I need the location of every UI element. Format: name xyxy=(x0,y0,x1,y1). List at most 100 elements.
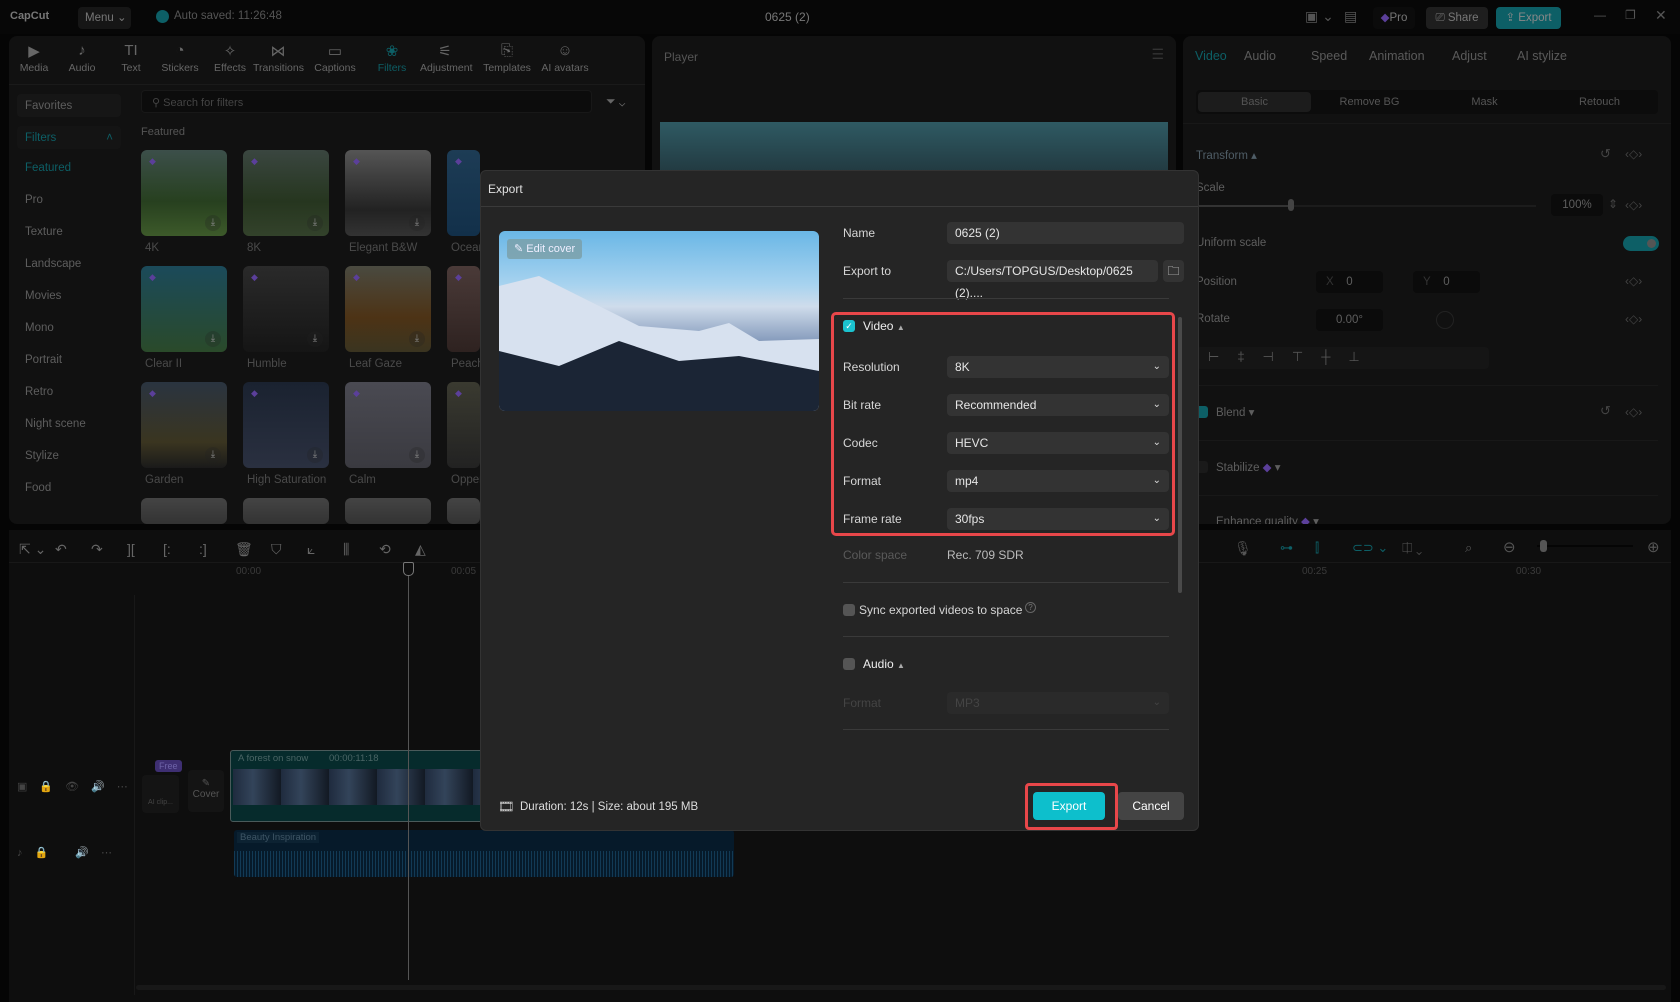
preview-axis-icon[interactable]: ⎅ ⌄ xyxy=(1402,540,1422,556)
download-icon[interactable]: ⤓ xyxy=(307,215,323,231)
filter-card[interactable]: ◆ ⤓ xyxy=(243,150,329,236)
freeze-icon[interactable]: ⫼ xyxy=(343,541,349,558)
position-y-input[interactable]: Y0 xyxy=(1413,271,1480,293)
inspector-tab[interactable]: Audio xyxy=(1244,49,1276,63)
timeline-zoom-slider[interactable] xyxy=(1537,540,1633,552)
inspector-tab[interactable]: Adjust xyxy=(1452,49,1487,63)
close-icon[interactable]: ✕ xyxy=(1655,7,1667,24)
zoom-out-icon[interactable]: ⊖ xyxy=(1503,538,1516,556)
pro-button[interactable]: ◆Pro xyxy=(1373,7,1415,29)
inspector-tab[interactable]: Animation xyxy=(1369,49,1425,63)
download-icon[interactable]: ⤓ xyxy=(205,331,221,347)
split-left-icon[interactable]: [: xyxy=(163,541,171,557)
redo-icon[interactable]: ↷ xyxy=(91,541,103,558)
filter-sort-icon[interactable]: ⏷ ⌄ xyxy=(606,94,625,109)
stabilize-heading[interactable]: Stabilize ◆ ▾ xyxy=(1216,460,1281,474)
filter-card[interactable] xyxy=(141,498,227,524)
setting-select-codec[interactable]: HEVC ⌄ xyxy=(947,432,1169,454)
filter-card[interactable]: ◆ ⤓ xyxy=(345,266,431,352)
favorites-tab[interactable]: Favorites xyxy=(17,94,121,117)
tool-transitions[interactable]: ⋈ Transitions xyxy=(253,42,304,74)
timeline-scrollbar[interactable] xyxy=(136,985,1666,990)
name-input[interactable]: 0625 (2) xyxy=(947,222,1184,244)
filter-card[interactable]: ◆ ⤓ xyxy=(141,150,227,236)
video-checkbox[interactable]: ✓ xyxy=(843,320,855,332)
setting-select-format[interactable]: mp4 ⌄ xyxy=(947,470,1169,492)
filter-search-input[interactable]: ⚲ Search for filters xyxy=(141,90,592,113)
position-x-input[interactable]: X0 xyxy=(1316,271,1383,293)
player-menu-icon[interactable]: ☰ xyxy=(1151,46,1164,63)
video-clip[interactable]: A forest on snow 00:00:11:18 xyxy=(230,750,490,822)
filter-category[interactable]: Mono xyxy=(25,322,54,334)
filter-category[interactable]: Retro xyxy=(25,386,53,398)
filter-category[interactable]: Food xyxy=(25,482,51,494)
download-icon[interactable]: ⤓ xyxy=(307,447,323,463)
link-icon[interactable]: ⊂⊃ ⌄ xyxy=(1352,540,1388,556)
select-icon[interactable]: ⇱ ⌄ xyxy=(19,541,46,558)
keyframe-icon[interactable]: ‹◇› xyxy=(1625,147,1642,161)
menu-button[interactable]: Menu ⌄ xyxy=(78,7,131,29)
filter-card[interactable]: ◆ xyxy=(447,266,480,352)
download-icon[interactable]: ⤓ xyxy=(205,215,221,231)
microphone-icon[interactable]: 🎙 xyxy=(1234,540,1252,557)
filter-category[interactable]: Portrait xyxy=(25,354,62,366)
setting-select-resolution[interactable]: 8K ⌄ xyxy=(947,356,1169,378)
reverse-icon[interactable]: ⟲ xyxy=(379,541,391,558)
keyframe-icon[interactable]: ‹◇› xyxy=(1625,405,1642,419)
audio-track-controls[interactable]: ♪🔒 🔊⋯ xyxy=(17,846,124,859)
magnet-icon[interactable]: ⊶ xyxy=(1280,540,1293,556)
playhead[interactable] xyxy=(408,562,409,980)
align-toolbar[interactable]: ⊢‡⊣⊤┼⊥ xyxy=(1196,347,1489,369)
filter-category[interactable]: Featured xyxy=(25,162,71,174)
tool-effects[interactable]: ✧ Effects xyxy=(205,42,255,74)
setting-select-bit-rate[interactable]: Recommended ⌄ xyxy=(947,394,1169,416)
help-icon[interactable]: ? xyxy=(1025,602,1036,613)
audio-clip[interactable]: Beauty Inspiration xyxy=(234,830,734,877)
video-section-toggle[interactable]: Video ▲ xyxy=(863,319,905,333)
zoom-fit-icon[interactable]: ⌕ xyxy=(1465,540,1472,556)
inspector-subtab[interactable]: Remove BG xyxy=(1313,92,1426,112)
filter-card[interactable]: ◆ xyxy=(447,150,480,236)
tool-adjustment[interactable]: ⚟ Adjustment xyxy=(420,42,473,74)
tool-ai-avatars[interactable]: ☺ AI avatars xyxy=(540,42,590,74)
filter-category[interactable]: Texture xyxy=(25,226,63,238)
enhance-quality-heading[interactable]: Enhance quality ◆ ▾ xyxy=(1216,514,1319,524)
share-button[interactable]: ⎚ Share xyxy=(1426,7,1488,29)
download-icon[interactable]: ⤓ xyxy=(409,447,425,463)
audio-checkbox[interactable] xyxy=(843,658,855,670)
tool-filters[interactable]: ❀ Filters xyxy=(367,42,417,74)
folder-browse-button[interactable]: 🗀 xyxy=(1163,260,1184,282)
inspector-subtab[interactable]: Retouch xyxy=(1543,92,1656,112)
edit-cover-button[interactable]: ✎ Edit cover xyxy=(507,239,583,259)
keyframe-icon[interactable]: ‹◇› xyxy=(1625,198,1642,212)
zoom-in-icon[interactable]: ⊕ xyxy=(1647,538,1660,556)
download-icon[interactable]: ⤓ xyxy=(205,447,221,463)
tool-templates[interactable]: ⎘ Templates xyxy=(482,42,532,74)
split-right-icon[interactable]: :] xyxy=(199,541,207,557)
reset-icon[interactable]: ↺ xyxy=(1600,146,1611,162)
tool-media[interactable]: ▶ Media xyxy=(9,42,59,74)
uniform-scale-toggle[interactable] xyxy=(1623,236,1659,251)
tool-captions[interactable]: ▭ Captions xyxy=(310,42,360,74)
filter-card[interactable]: ◆ ⤓ xyxy=(345,382,431,468)
filter-card[interactable]: ◆ ⤓ xyxy=(141,266,227,352)
filter-category[interactable]: Movies xyxy=(25,290,61,302)
inspector-tab[interactable]: Speed xyxy=(1311,49,1347,63)
transform-heading[interactable]: Transform ▴ xyxy=(1196,148,1257,162)
keyframe-icon[interactable]: ‹◇› xyxy=(1625,274,1642,288)
keyframe-icon[interactable]: ‹◇› xyxy=(1625,312,1642,326)
inspector-tab[interactable]: Video xyxy=(1195,49,1227,63)
filter-card[interactable] xyxy=(447,498,480,524)
filter-card[interactable]: ◆ xyxy=(447,382,480,468)
scale-slider[interactable] xyxy=(1196,199,1536,211)
export-button[interactable]: Export xyxy=(1033,792,1105,820)
filter-card[interactable]: ◆ ⤓ xyxy=(345,150,431,236)
split-icon[interactable]: ][ xyxy=(127,541,135,557)
marker-icon[interactable]: ⛉ xyxy=(271,541,282,558)
zoom-slider-handle[interactable] xyxy=(1540,540,1547,552)
export-path-input[interactable]: C:/Users/TOPGUS/Desktop/0625 (2).... xyxy=(947,260,1158,300)
cancel-button[interactable]: Cancel xyxy=(1118,792,1184,820)
restore-icon[interactable]: ❐ xyxy=(1625,8,1636,22)
download-icon[interactable]: ⤓ xyxy=(409,215,425,231)
undo-icon[interactable]: ↶ xyxy=(55,541,67,558)
